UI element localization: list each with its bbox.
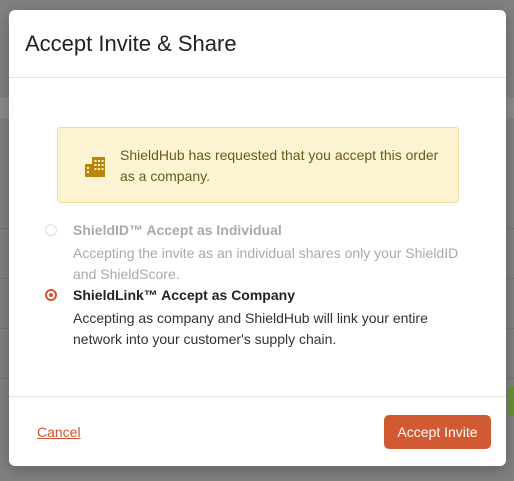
building-icon: [85, 157, 105, 177]
modal-footer: Cancel Accept Invite: [9, 396, 506, 466]
cancel-link[interactable]: Cancel: [37, 424, 81, 440]
accept-invite-button[interactable]: Accept Invite: [384, 415, 491, 449]
option-title: ShieldID™ Accept as Individual: [73, 222, 282, 238]
option-description: Accepting as company and ShieldHub will …: [73, 310, 428, 347]
individual-radio[interactable]: [45, 224, 57, 236]
modal-title: Accept Invite & Share: [25, 31, 237, 56]
company-radio[interactable]: [45, 289, 57, 301]
company-request-notice: ShieldHub has requested that you accept …: [57, 127, 459, 203]
option-title: ShieldLink™ Accept as Company: [73, 287, 295, 303]
modal-header: Accept Invite & Share: [9, 10, 506, 78]
background-button-edge: [508, 386, 514, 416]
accept-invite-modal: Accept Invite & Share ShieldHub has requ…: [9, 10, 506, 466]
notice-text: ShieldHub has requested that you accept …: [120, 147, 439, 184]
option-description: Accepting the invite as an individual sh…: [73, 245, 459, 282]
